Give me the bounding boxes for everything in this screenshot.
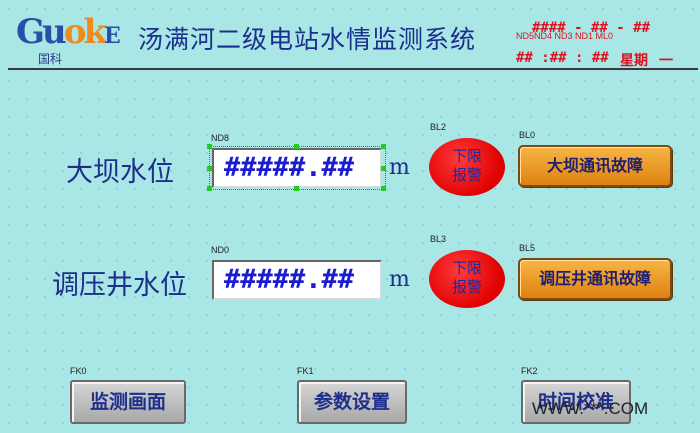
page-title: 汤满河二级电站水情监测系统 [138,25,477,54]
nav-tag-monitor: FK0 [70,366,87,376]
weekday-label: 星期 [620,53,648,69]
dam-comm-fault-indicator: 大坝通讯故障 [518,145,672,187]
dam-level-label: 大坝水位 [66,157,174,188]
logo-letters: GuokE [16,12,121,52]
resize-handle[interactable] [381,144,386,149]
resize-handle[interactable] [207,186,212,191]
resize-handle[interactable] [294,144,299,149]
alarm-line-2: 报警 [451,166,482,184]
monitor-screen-button[interactable]: 监测画面 [70,380,186,424]
surge-shaft-level-value: #####.## [212,260,382,300]
weekday-value: 一 [659,53,673,69]
surge-fault-tag: BL5 [519,243,536,253]
surge-low-alarm-indicator: 下限 报警 [429,250,505,308]
alarm-line-1: 下限 [451,259,482,277]
dam-level-unit: m [389,155,410,180]
dam-level-tag: ND8 [211,133,230,143]
resize-handle[interactable] [294,186,299,191]
surge-shaft-level-tag: ND0 [211,245,230,255]
resize-handle[interactable] [381,186,386,191]
dam-fault-tag: BL0 [519,130,536,140]
alarm-line-1: 下限 [451,147,482,165]
dam-alarm-tag: BL2 [430,122,447,132]
surge-alarm-tag: BL3 [430,234,447,244]
dam-level-value: #####.## [212,148,382,188]
alarm-line-2: 报警 [451,278,482,296]
logo-subtitle: 国科 [38,52,63,66]
nav-tag-time: FK2 [521,366,538,376]
surge-comm-fault-indicator: 调压井通讯故障 [518,258,672,300]
watermark: WWW.***.COM [532,399,649,418]
resize-handle[interactable] [381,166,386,171]
date-display: #### - ## - ## [532,20,651,36]
surge-shaft-level-label: 调压井水位 [52,270,187,301]
dam-low-alarm-indicator: 下限 报警 [429,138,505,196]
resize-handle[interactable] [207,166,212,171]
parameter-settings-button[interactable]: 参数设置 [297,380,407,424]
surge-shaft-level-unit: m [389,267,410,292]
time-display: ## :## : ## [516,50,609,66]
resize-handle[interactable] [207,144,212,149]
company-logo: GuokE 国科 [16,10,121,66]
nav-tag-params: FK1 [297,366,314,376]
hmi-screen: GuokE 国科 汤满河二级电站水情监测系统 ND5ND4 ND3 ND1 ML… [0,0,700,433]
